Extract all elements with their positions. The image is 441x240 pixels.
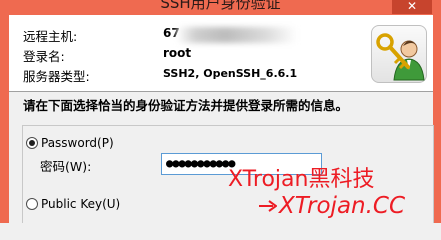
password-field-label: 密码(W): xyxy=(40,159,92,174)
window-frame-right xyxy=(433,15,441,223)
title-bar: SSH用户身份验证 ✕ xyxy=(0,0,441,15)
server-type-label: 服务器类型: xyxy=(23,69,90,84)
host-redaction xyxy=(177,27,297,43)
password-option[interactable]: Password(P) xyxy=(26,136,117,150)
password-radio[interactable] xyxy=(26,137,38,149)
watermark-brand: XTrojan黑科技 xyxy=(228,167,375,192)
connection-info-panel: 远程主机: 67 登录名: root 服务器类型: SSH2, OpenSSH_… xyxy=(9,15,433,91)
key-user-icon xyxy=(371,25,427,83)
window-frame-left xyxy=(0,15,9,223)
publickey-option[interactable]: Public Key(U) xyxy=(26,197,124,211)
info-divider xyxy=(9,91,433,92)
instruction-text: 请在下面选择恰当的身份验证方法并提供登录所需的信息。 xyxy=(23,98,349,113)
close-button[interactable]: ✕ xyxy=(392,0,432,14)
login-value: root xyxy=(163,46,192,60)
publickey-radio[interactable] xyxy=(26,198,38,210)
login-label: 登录名: xyxy=(23,49,65,64)
publickey-option-label[interactable]: Public Key(U) xyxy=(41,197,120,211)
host-label: 远程主机: xyxy=(23,29,78,44)
arrow-right-icon xyxy=(259,200,277,212)
watermark-url: XTrojan.CC xyxy=(279,193,406,219)
server-type-value: SSH2, OpenSSH_6.6.1 xyxy=(163,67,298,80)
password-option-label[interactable]: Password(P) xyxy=(41,136,114,150)
window-title: SSH用户身份验证 xyxy=(160,0,281,12)
